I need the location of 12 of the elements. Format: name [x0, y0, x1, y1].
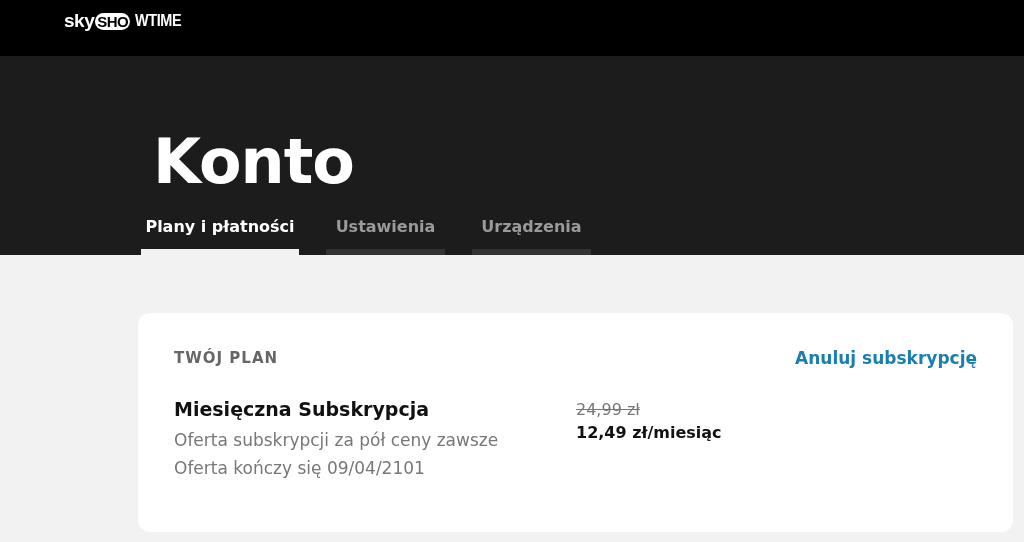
old-price: 24,99 zł	[576, 400, 641, 419]
page-title: Konto	[153, 131, 355, 193]
cancel-subscription-link[interactable]: Anuluj subskrypcję	[795, 348, 977, 368]
offer-detail: Oferta subskrypcji za pół ceny zawsze	[174, 429, 500, 452]
plan-name: Miesięczna Subskrypcja	[174, 398, 430, 420]
logo[interactable]: skySHO WTIME	[64, 10, 186, 32]
offer-detail: Oferta kończy się 09/04/2101	[174, 457, 426, 480]
price: 12,49 zł/miesiąc	[576, 423, 722, 442]
section-heading: TWÓJ PLAN	[174, 349, 279, 367]
tab[interactable]: Ustawienia	[326, 211, 445, 255]
tab[interactable]: Plany i płatności	[141, 211, 299, 255]
tab[interactable]: Urządzenia	[472, 211, 591, 255]
